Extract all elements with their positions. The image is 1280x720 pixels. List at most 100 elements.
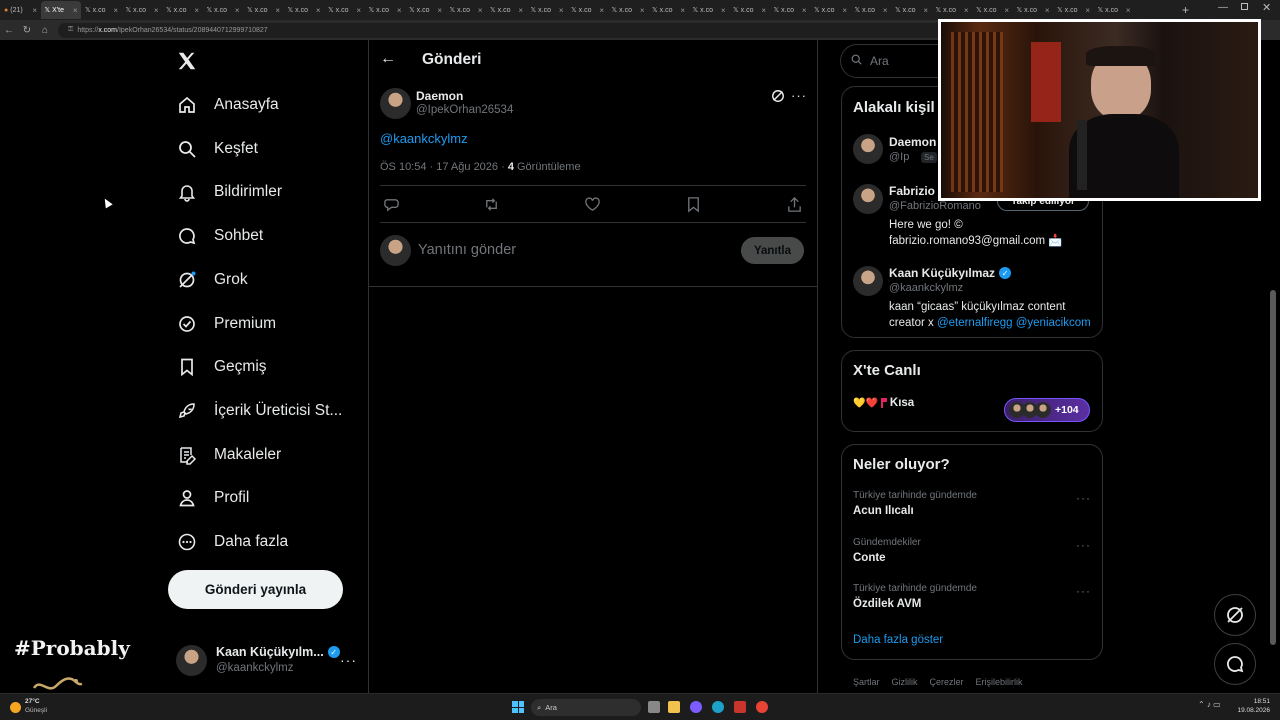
back-arrow-icon[interactable]: ← [0, 25, 18, 36]
show-more-link[interactable]: Daha fazla göster [853, 634, 943, 646]
new-tab-button[interactable]: + [1182, 3, 1189, 17]
minimize-button[interactable]: — [1218, 2, 1228, 13]
close-tab-icon[interactable]: × [1126, 6, 1131, 15]
browser-tab[interactable]: 𝕏x.co × [1013, 1, 1053, 19]
bio-link[interactable]: @yeniacikcom [1013, 317, 1091, 329]
browser-tab[interactable]: 𝕏x.co × [324, 1, 364, 19]
nav-item-anasayfa[interactable]: Anasayfa [176, 91, 279, 119]
footer-link[interactable]: Gizlilik [892, 677, 918, 687]
taskbar-search[interactable]: ⌕ Ara [531, 699, 641, 716]
browser-tab[interactable]: 𝕏x.co × [81, 1, 121, 19]
tray-icons[interactable]: ⌃ ♪ ▭ [1198, 700, 1221, 709]
browser-tab[interactable]: 𝕏x.co × [689, 1, 729, 19]
close-tab-icon[interactable]: × [640, 6, 645, 15]
nav-item-premium[interactable]: Premium [176, 310, 276, 338]
browser-tab[interactable]: 𝕏x.co × [972, 1, 1012, 19]
browser-tab[interactable]: 𝕏x.co × [932, 1, 972, 19]
reload-icon[interactable]: ↻ [18, 25, 36, 36]
grok-float-button[interactable] [1214, 594, 1256, 636]
clock-time[interactable]: 18:51 [1240, 698, 1270, 705]
url-field[interactable]: ⚿ https://x.com/IpekOrhan26534/status/20… [58, 22, 958, 38]
post-text-mention[interactable]: @kaankckylmz [380, 131, 468, 146]
browser-tab[interactable]: 𝕏 X'te × [40, 1, 81, 19]
close-tab-icon[interactable]: × [721, 6, 726, 15]
nav-item-bildirimler[interactable]: Bildirimler [176, 178, 282, 206]
close-tab-icon[interactable]: × [1085, 6, 1090, 15]
footer-link[interactable]: Erişilebilirlik [976, 677, 1023, 687]
nav-item-geçmiş[interactable]: Geçmiş [176, 353, 267, 381]
close-tab-icon[interactable]: × [761, 6, 766, 15]
related-avatar[interactable] [853, 134, 883, 164]
account-switcher[interactable]: Kaan Küçükyılm... ✓ [216, 645, 340, 659]
grok-icon[interactable] [771, 89, 785, 103]
browser-tab[interactable]: 𝕏x.co × [851, 1, 891, 19]
nav-item-i-çerik-üreticisi-st-[interactable]: İçerik Üreticisi St... [176, 397, 342, 425]
file-explorer-icon[interactable] [668, 701, 680, 713]
x-logo-icon[interactable] [176, 50, 200, 72]
post-more-icon[interactable]: ··· [791, 88, 807, 103]
related-name-row[interactable]: Kaan Küçükyılmaz ✓ [889, 266, 1012, 280]
browser-tab[interactable]: 𝕏x.co × [729, 1, 769, 19]
related-name[interactable]: Daemon [889, 135, 936, 149]
reply-input[interactable]: Yanıtını gönder [418, 242, 516, 258]
browser-tab[interactable]: 𝕏x.co × [648, 1, 688, 19]
post-timestamp[interactable]: ÖS 10:54 · 17 Ağu 2026 · [380, 161, 508, 173]
close-tab-icon[interactable]: × [680, 6, 685, 15]
browser-tab[interactable]: 𝕏x.co × [1053, 1, 1093, 19]
close-window-button[interactable]: ✕ [1262, 1, 1271, 14]
search-input[interactable]: Ara [870, 54, 889, 68]
scrollbar-thumb[interactable] [1270, 290, 1276, 645]
related-avatar[interactable] [853, 184, 883, 214]
browser-tab[interactable]: ● (21) × [0, 1, 40, 19]
live-space[interactable]: 💛❤️ Kısa [853, 397, 914, 409]
browser-tab[interactable]: 𝕏x.co × [284, 1, 324, 19]
browser-tab[interactable]: 𝕏x.co × [122, 1, 162, 19]
trend-name[interactable]: Acun Ilıcalı [853, 505, 914, 517]
browser-tab[interactable]: 𝕏x.co × [1094, 1, 1134, 19]
browser-tab[interactable]: 𝕏x.co × [486, 1, 526, 19]
close-tab-icon[interactable]: × [518, 6, 523, 15]
nav-item-grok[interactable]: Grok [176, 266, 248, 294]
maximize-button[interactable] [1241, 3, 1248, 10]
close-tab-icon[interactable]: × [923, 6, 928, 15]
clock-date[interactable]: 19.08.2026 [1236, 707, 1270, 714]
browser-tab[interactable]: 𝕏x.co × [365, 1, 405, 19]
reply-button[interactable]: Yanıtla [741, 237, 804, 264]
like-icon[interactable] [584, 196, 601, 218]
close-tab-icon[interactable]: × [559, 6, 564, 15]
trend-more-icon[interactable]: ··· [1076, 584, 1091, 598]
live-listeners-pill[interactable]: +104 [1004, 398, 1090, 422]
close-tab-icon[interactable]: × [802, 6, 807, 15]
browser-tab[interactable]: 𝕏x.co × [405, 1, 445, 19]
browser-tab[interactable]: 𝕏x.co × [810, 1, 850, 19]
close-tab-icon[interactable]: × [964, 6, 969, 15]
related-avatar[interactable] [853, 266, 883, 296]
close-tab-icon[interactable]: × [478, 6, 483, 15]
account-more-icon[interactable]: ··· [340, 652, 357, 668]
close-tab-icon[interactable]: × [275, 6, 280, 15]
close-tab-icon[interactable]: × [356, 6, 361, 15]
app-icon[interactable] [690, 701, 702, 713]
trend-name[interactable]: Özdilek AVM [853, 598, 921, 610]
bio-link[interactable]: @eternalfiregg [937, 317, 1013, 329]
browser-tab[interactable]: 𝕏x.co × [162, 1, 202, 19]
account-avatar[interactable] [176, 645, 207, 676]
post-button[interactable]: Gönderi yayınla [168, 570, 343, 609]
close-tab-icon[interactable]: × [32, 6, 37, 15]
footer-link[interactable]: Şartlar [853, 677, 880, 687]
share-icon[interactable] [786, 196, 803, 218]
nav-item-sohbet[interactable]: Sohbet [176, 222, 263, 250]
close-tab-icon[interactable]: × [73, 6, 78, 15]
close-tab-icon[interactable]: × [599, 6, 604, 15]
close-tab-icon[interactable]: × [235, 6, 240, 15]
browser-tab[interactable]: 𝕏x.co × [243, 1, 283, 19]
nav-item-profil[interactable]: Profil [176, 484, 249, 512]
close-tab-icon[interactable]: × [1004, 6, 1009, 15]
browser-tab[interactable]: 𝕏x.co × [203, 1, 243, 19]
chrome-icon[interactable] [756, 701, 768, 713]
trend-more-icon[interactable]: ··· [1076, 538, 1091, 552]
home-browser-icon[interactable]: ⌂ [36, 25, 54, 36]
close-tab-icon[interactable]: × [316, 6, 321, 15]
post-author-handle[interactable]: @IpekOrhan26534 [416, 104, 513, 116]
edge-icon[interactable] [712, 701, 724, 713]
